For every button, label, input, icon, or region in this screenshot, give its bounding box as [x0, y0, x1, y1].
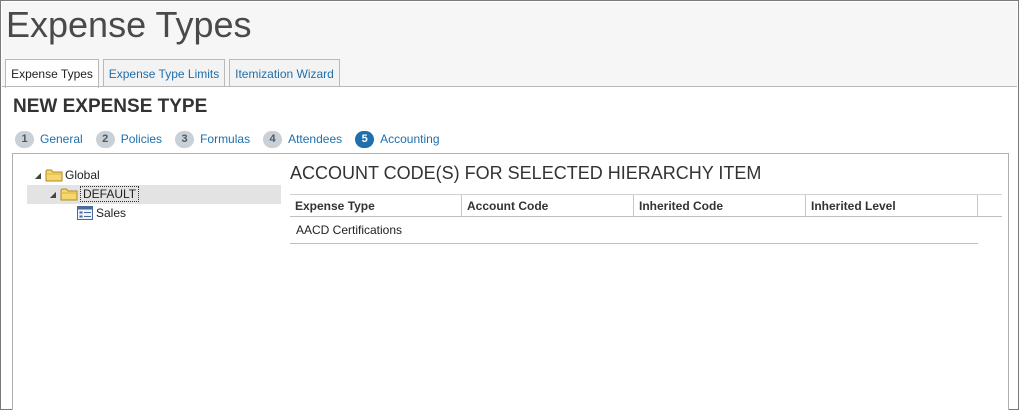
form-title: NEW EXPENSE TYPE — [13, 96, 208, 117]
step-label: Attendees — [288, 132, 343, 146]
column-header-inherited-code[interactable]: Inherited Code — [634, 195, 806, 216]
step-number: 2 — [95, 130, 115, 148]
content-title: ACCOUNT CODE(S) FOR SELECTED HIERARCHY I… — [290, 163, 762, 183]
step-number: 5 — [355, 130, 375, 148]
window-frame: Expense Types Expense Types Expense Type… — [0, 0, 1019, 410]
cell-expense-type: AACD Certifications — [296, 223, 403, 237]
column-header-expense-type[interactable]: Expense Type — [290, 195, 462, 216]
tree-expanded-icon[interactable]: ◢ — [33, 170, 43, 180]
wizard-steps: 1 General 2 Policies 3 Formulas 4 Attend… — [15, 130, 453, 148]
step-attendees[interactable]: 4 Attendees — [263, 130, 343, 148]
step-policies[interactable]: 2 Policies — [95, 130, 163, 148]
step-label: Policies — [120, 132, 163, 146]
tree-node-label: Global — [65, 168, 100, 182]
tree-node-label: Sales — [96, 206, 127, 220]
page-title: Expense Types — [6, 4, 252, 45]
tree-node-default[interactable]: ◢ DEFAULT — [48, 185, 140, 203]
step-number: 4 — [263, 130, 283, 148]
tree-expanded-icon[interactable]: ◢ — [48, 189, 58, 199]
step-general[interactable]: 1 General — [15, 130, 83, 148]
folder-icon — [45, 169, 63, 182]
column-header-account-code[interactable]: Account Code — [462, 195, 634, 216]
step-number: 1 — [15, 130, 34, 148]
step-formulas[interactable]: 3 Formulas — [175, 130, 251, 148]
folder-icon — [60, 188, 78, 201]
step-accounting[interactable]: 5 Accounting — [355, 130, 440, 148]
tree-node-label: DEFAULT — [80, 186, 140, 202]
hierarchy-tree: ◢ Global ◢ DEFAULT Sales — [13, 154, 283, 410]
tab-expense-type-limits[interactable]: Expense Type Limits — [103, 59, 225, 87]
step-number: 3 — [175, 130, 195, 148]
step-label: General — [40, 132, 83, 146]
step-label: Formulas — [200, 132, 251, 146]
table-row[interactable]: AACD Certifications — [290, 217, 978, 244]
document-list-icon — [77, 206, 93, 220]
accounting-panel: ◢ Global ◢ DEFAULT Sales ACCOUNT CODE(S)… — [12, 153, 1009, 410]
tree-node-global[interactable]: ◢ Global — [33, 166, 100, 184]
column-header-inherited-level[interactable]: Inherited Level — [806, 195, 978, 216]
tree-node-sales[interactable]: Sales — [77, 204, 126, 222]
tab-itemization-wizard[interactable]: Itemization Wizard — [229, 59, 340, 87]
grid-header: Expense Type Account Code Inherited Code… — [290, 194, 1002, 217]
step-label: Accounting — [380, 132, 440, 146]
tabs-divider — [2, 86, 1017, 87]
tab-expense-types[interactable]: Expense Types — [5, 59, 99, 88]
